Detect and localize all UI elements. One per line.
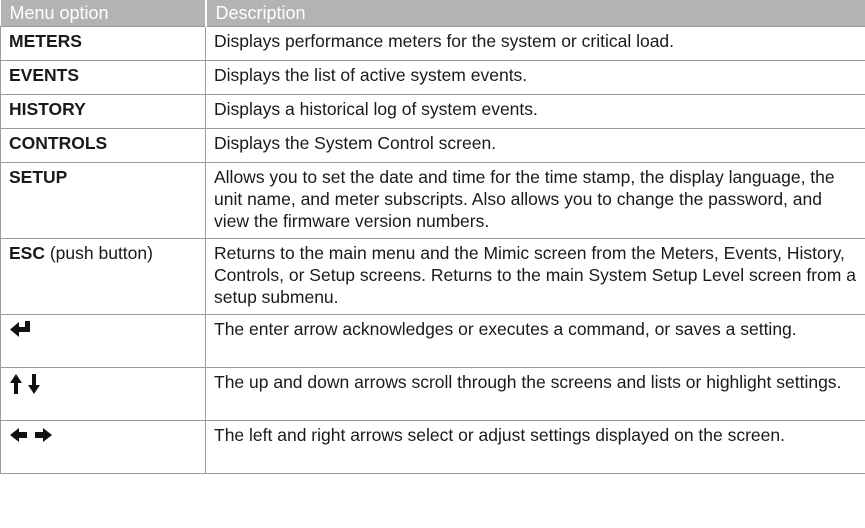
option-cell: METERS [0,26,206,61]
description-cell: Displays a historical log of system even… [205,94,865,129]
option-label: ESC [9,243,45,263]
option-label: CONTROLS [9,133,108,153]
option-cell [0,367,206,421]
option-cell: HISTORY [0,94,206,129]
enter-arrow-icon [9,320,197,340]
description-cell: The up and down arrows scroll through th… [205,367,865,421]
option-label: EVENTS [9,65,80,85]
option-cell [0,314,206,368]
left-right-arrows-icon [9,426,197,444]
menu-options-table: Menu option Description METERS Displays … [0,0,865,474]
option-label: HISTORY [9,99,86,119]
header-menu-option: Menu option [0,0,207,27]
option-cell [0,420,206,474]
description-cell: Allows you to set the date and time for … [205,162,865,239]
header-description: Description [205,0,865,27]
table-row: The enter arrow acknowledges or executes… [0,314,865,368]
option-cell: ESC (push button) [0,238,206,315]
description-cell: Displays performance meters for the syst… [205,26,865,61]
option-label: SETUP [9,167,68,187]
table-row: ESC (push button) Returns to the main me… [0,238,865,315]
table-row: The left and right arrows select or adju… [0,420,865,474]
table-row: METERS Displays performance meters for t… [0,26,865,61]
table-row: CONTROLS Displays the System Control scr… [0,128,865,163]
description-cell: Returns to the main menu and the Mimic s… [205,238,865,315]
option-cell: EVENTS [0,60,206,95]
table-row: SETUP Allows you to set the date and tim… [0,162,865,239]
option-label: METERS [9,31,82,51]
description-cell: The enter arrow acknowledges or executes… [205,314,865,368]
table-row: HISTORY Displays a historical log of sys… [0,94,865,129]
table-header-row: Menu option Description [0,0,865,27]
table-row: The up and down arrows scroll through th… [0,367,865,421]
option-suffix: (push button) [44,243,153,263]
option-cell: CONTROLS [0,128,206,163]
up-down-arrows-icon [9,373,197,395]
description-cell: Displays the list of active system event… [205,60,865,95]
description-cell: Displays the System Control screen. [205,128,865,163]
option-cell: SETUP [0,162,206,239]
table-row: EVENTS Displays the list of active syste… [0,60,865,95]
description-cell: The left and right arrows select or adju… [205,420,865,474]
